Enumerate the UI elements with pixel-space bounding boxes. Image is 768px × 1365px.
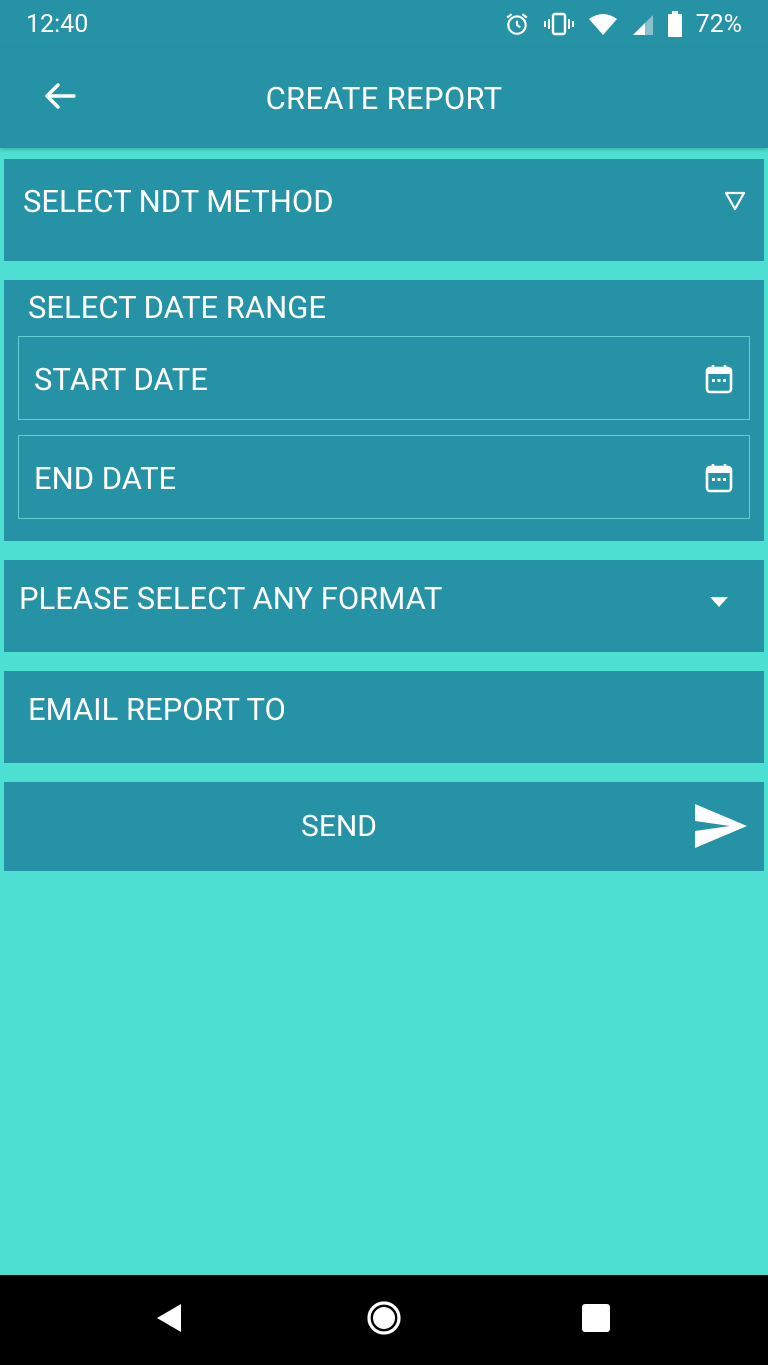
nav-back-button[interactable] (124, 1275, 214, 1365)
ndt-method-dropdown[interactable]: SELECT NDT METHOD (4, 159, 764, 261)
page-title: CREATE REPORT (265, 79, 503, 117)
caret-down-icon (709, 593, 729, 612)
date-range-section: SELECT DATE RANGE START DATE END DATE (4, 280, 764, 541)
signal-icon (632, 12, 654, 36)
battery-icon (667, 11, 682, 37)
send-icon (694, 803, 748, 853)
end-date-label: END DATE (34, 460, 177, 497)
status-icons: 72% (504, 10, 742, 39)
nav-recent-button[interactable] (551, 1275, 641, 1365)
calendar-icon[interactable] (705, 364, 733, 398)
nav-home-icon (366, 1300, 402, 1340)
nav-home-button[interactable] (339, 1275, 429, 1365)
send-label: SEND (301, 809, 377, 844)
status-time: 12:40 (26, 9, 89, 39)
vibrate-icon (543, 11, 574, 37)
battery-level: 72% (695, 9, 742, 39)
wifi-icon (588, 12, 618, 36)
ndt-method-label: SELECT NDT METHOD (23, 183, 334, 220)
triangle-down-outline-icon (724, 191, 746, 215)
start-date-field[interactable]: START DATE (18, 336, 750, 420)
calendar-icon[interactable] (705, 463, 733, 497)
date-range-label: SELECT DATE RANGE (28, 289, 326, 326)
email-label: EMAIL REPORT TO (28, 691, 286, 728)
status-bar: 12:40 72% (0, 0, 768, 48)
send-button[interactable]: SEND (4, 782, 764, 871)
nav-recent-icon (581, 1303, 611, 1337)
app-bar: CREATE REPORT (0, 48, 768, 148)
nav-back-icon (155, 1302, 183, 1338)
format-label: PLEASE SELECT ANY FORMAT (19, 580, 443, 617)
end-date-field[interactable]: END DATE (18, 435, 750, 519)
navigation-bar (0, 1275, 768, 1365)
alarm-icon (504, 11, 530, 37)
format-dropdown[interactable]: PLEASE SELECT ANY FORMAT (4, 560, 764, 652)
start-date-label: START DATE (34, 361, 208, 398)
email-field[interactable]: EMAIL REPORT TO (4, 671, 764, 763)
